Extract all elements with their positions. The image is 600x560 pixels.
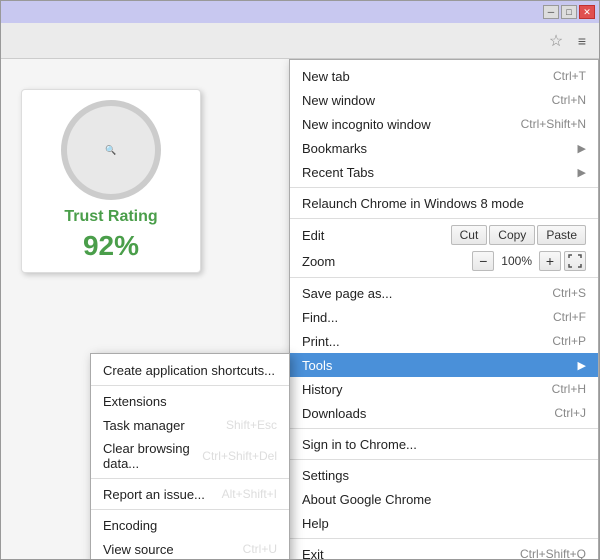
menu-item-save[interactable]: Save page as... Ctrl+S	[290, 281, 598, 305]
menu-item-help[interactable]: Help	[290, 511, 598, 535]
menu-edit-row: Edit Cut Copy Paste	[290, 222, 598, 248]
menu-item-print[interactable]: Print... Ctrl+P	[290, 329, 598, 353]
submenu-item-task-manager[interactable]: Task manager Shift+Esc	[91, 413, 289, 437]
tools-submenu: Create application shortcuts... Extensio…	[90, 353, 290, 559]
sub-sep-2	[91, 478, 289, 479]
zoom-out-button[interactable]: −	[472, 251, 494, 271]
zoom-in-button[interactable]: +	[539, 251, 561, 271]
menu-item-downloads[interactable]: Downloads Ctrl+J	[290, 401, 598, 425]
menu-item-tools[interactable]: Tools ▶ Create application shortcuts... …	[290, 353, 598, 377]
page-content: 🔍 Trust Rating 92% GDD New tab Ctrl+T Ne…	[1, 59, 599, 559]
sub-sep-3	[91, 509, 289, 510]
menu-item-new-tab[interactable]: New tab Ctrl+T	[290, 64, 598, 88]
menu-item-incognito[interactable]: New incognito window Ctrl+Shift+N	[290, 112, 598, 136]
menu-item-relaunch[interactable]: Relaunch Chrome in Windows 8 mode	[290, 191, 598, 215]
trust-rating-percent: 92%	[32, 230, 190, 262]
submenu-item-shortcuts[interactable]: Create application shortcuts...	[91, 358, 289, 382]
zoom-value: 100%	[497, 254, 536, 268]
close-button[interactable]: ✕	[579, 5, 595, 19]
separator-1	[290, 187, 598, 188]
bookmark-star-button[interactable]: ☆	[545, 30, 567, 52]
separator-4	[290, 428, 598, 429]
menu-zoom-row: Zoom − 100% +	[290, 248, 598, 274]
menu-item-settings[interactable]: Settings	[290, 463, 598, 487]
menu-item-find[interactable]: Find... Ctrl+F	[290, 305, 598, 329]
edit-buttons: Cut Copy Paste	[451, 225, 586, 245]
separator-5	[290, 459, 598, 460]
trust-rating-widget: 🔍 Trust Rating 92%	[21, 89, 201, 273]
trust-rating-label: Trust Rating	[32, 208, 190, 226]
title-bar: ─ □ ✕	[1, 1, 599, 23]
separator-2	[290, 218, 598, 219]
zoom-label: Zoom	[302, 254, 335, 269]
submenu-item-view-source[interactable]: View source Ctrl+U	[91, 537, 289, 559]
minimize-button[interactable]: ─	[543, 5, 559, 19]
chrome-dropdown-menu: New tab Ctrl+T New window Ctrl+N New inc…	[289, 59, 599, 559]
zoom-fullscreen-button[interactable]	[564, 251, 586, 271]
separator-6	[290, 538, 598, 539]
separator-3	[290, 277, 598, 278]
maximize-button[interactable]: □	[561, 5, 577, 19]
browser-toolbar: ☆ ≡	[1, 23, 599, 59]
menu-item-new-window[interactable]: New window Ctrl+N	[290, 88, 598, 112]
menu-item-exit[interactable]: Exit Ctrl+Shift+Q	[290, 542, 598, 559]
edit-label: Edit	[302, 228, 324, 243]
submenu-item-extensions[interactable]: Extensions	[91, 389, 289, 413]
submenu-item-clear-data[interactable]: Clear browsing data... Ctrl+Shift+Del	[91, 437, 289, 475]
submenu-item-encoding[interactable]: Encoding ▶	[91, 513, 289, 537]
copy-button[interactable]: Copy	[489, 225, 535, 245]
submenu-item-report-issue[interactable]: Report an issue... Alt+Shift+I	[91, 482, 289, 506]
menu-item-recent-tabs[interactable]: Recent Tabs ▶	[290, 160, 598, 184]
menu-item-signin[interactable]: Sign in to Chrome...	[290, 432, 598, 456]
menu-item-history[interactable]: History Ctrl+H	[290, 377, 598, 401]
browser-window: ─ □ ✕ ☆ ≡ 🔍 Trust Rating 92% GDD New tab…	[0, 0, 600, 560]
menu-item-about[interactable]: About Google Chrome	[290, 487, 598, 511]
paste-button[interactable]: Paste	[537, 225, 586, 245]
magnifier-circle: 🔍	[61, 100, 161, 200]
cut-button[interactable]: Cut	[451, 225, 488, 245]
menu-item-bookmarks[interactable]: Bookmarks ▶	[290, 136, 598, 160]
sub-sep-1	[91, 385, 289, 386]
chrome-menu-button[interactable]: ≡	[571, 30, 593, 52]
title-bar-buttons: ─ □ ✕	[543, 5, 595, 19]
zoom-controls: − 100% +	[472, 251, 586, 271]
